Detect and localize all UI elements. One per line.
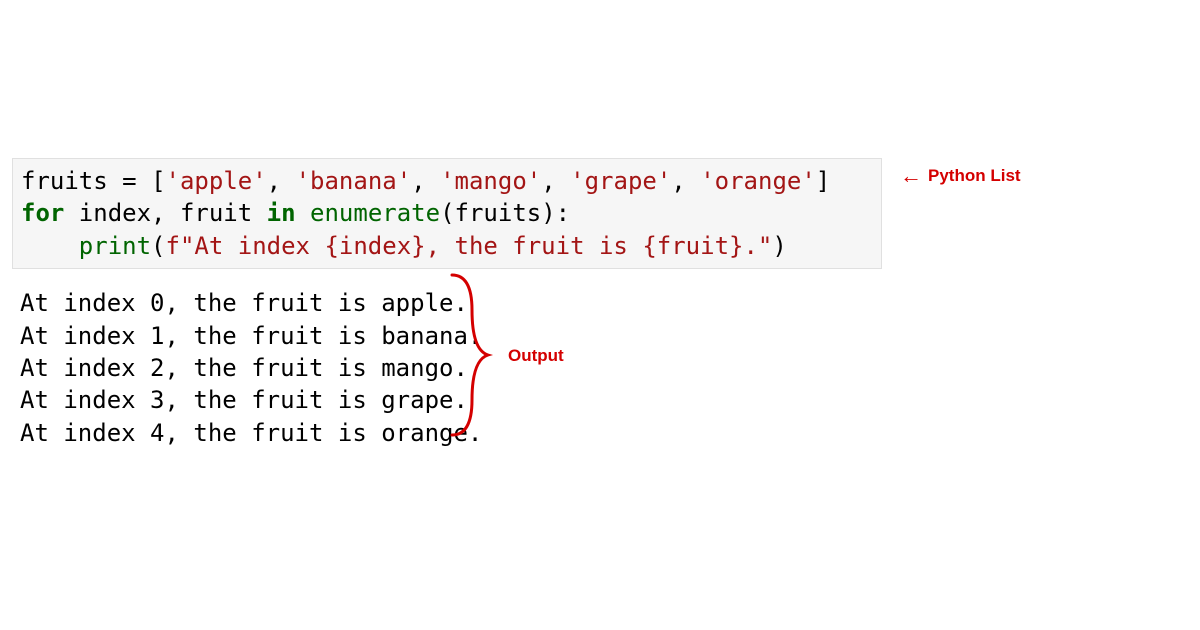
list-item: 'apple' — [166, 167, 267, 195]
output-line: At index 2, the fruit is mango. — [20, 354, 468, 382]
variable-name: fruits — [21, 167, 108, 195]
output-line: At index 4, the fruit is orange. — [20, 419, 482, 447]
list-item: 'grape' — [570, 167, 671, 195]
content-area: fruits = ['apple', 'banana', 'mango', 'g… — [12, 158, 882, 449]
in-keyword: in — [267, 199, 296, 227]
annotation-python-list: ← Python List — [900, 165, 1021, 187]
brace-icon — [450, 270, 500, 440]
output-block: At index 0, the fruit is apple. At index… — [12, 287, 882, 449]
output-line: At index 3, the fruit is grape. — [20, 386, 468, 414]
list-item: 'orange' — [700, 167, 816, 195]
annotation-label: Python List — [928, 166, 1021, 186]
arrow-left-icon: ← — [900, 165, 922, 187]
for-keyword: for — [21, 199, 64, 227]
code-line-1: fruits = ['apple', 'banana', 'mango', 'g… — [21, 167, 830, 195]
print-call: print — [79, 232, 151, 260]
code-line-2: for index, fruit in enumerate(fruits): — [21, 199, 570, 227]
code-block: fruits = ['apple', 'banana', 'mango', 'g… — [12, 158, 882, 269]
enumerate-call: enumerate — [310, 199, 440, 227]
annotation-label: Output — [508, 346, 564, 365]
annotation-output: Output — [508, 346, 564, 366]
list-item: 'mango' — [440, 167, 541, 195]
output-line: At index 1, the fruit is banana. — [20, 322, 482, 350]
list-item: 'banana' — [296, 167, 412, 195]
code-line-3: print(f"At index {index}, the fruit is {… — [21, 232, 787, 260]
output-line: At index 0, the fruit is apple. — [20, 289, 468, 317]
f-string: "At index {index}, the fruit is {fruit}.… — [180, 232, 772, 260]
